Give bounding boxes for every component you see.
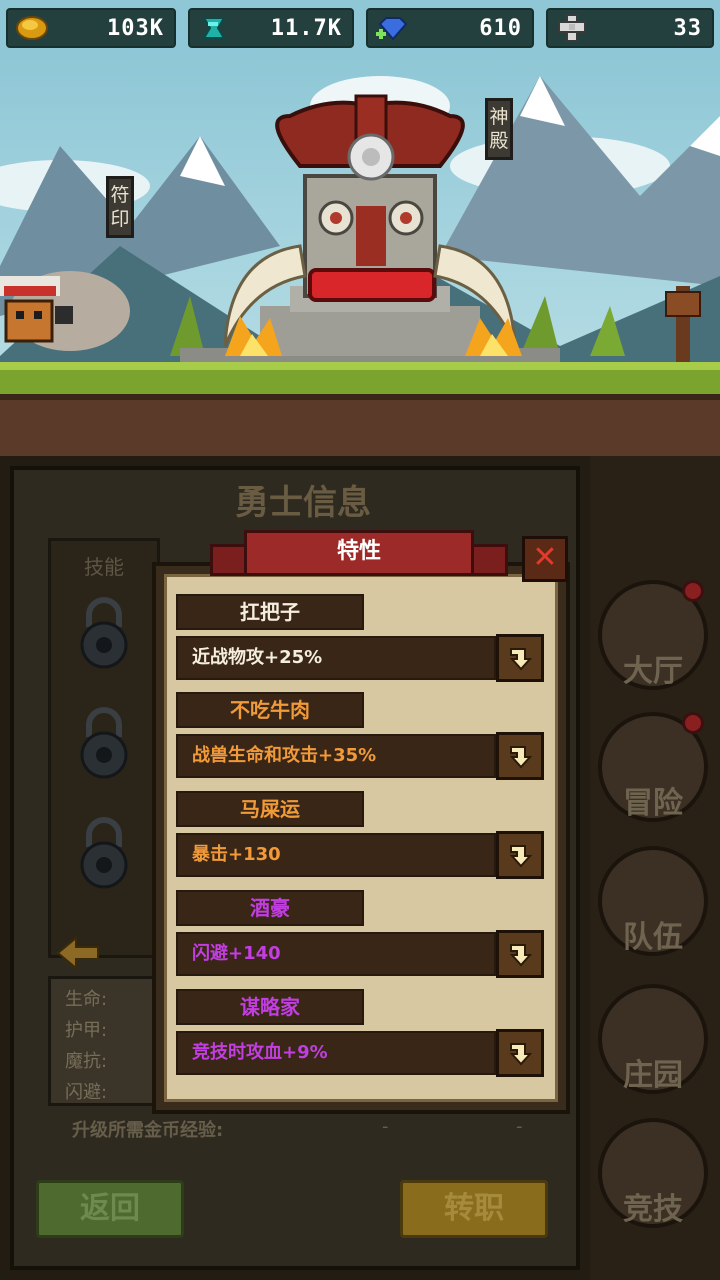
- stat-dodge-label: 闪避:: [65, 1082, 108, 1103]
- skills-label: 技能: [84, 555, 124, 579]
- turn-arrow-icon: [509, 944, 533, 967]
- close-button[interactable]: ✕: [522, 536, 568, 582]
- gem-counter[interactable]: 610: [366, 8, 534, 48]
- temple-sign[interactable]: 神殿: [485, 98, 513, 160]
- hero-info-title: 勇士信息: [235, 483, 371, 523]
- temple-scene: 符印 神殿: [0, 56, 720, 456]
- arrow-left-icon[interactable]: [56, 936, 100, 970]
- stat-armor-label: 护甲:: [65, 1020, 108, 1041]
- gem-plus-icon: [376, 17, 408, 41]
- crystal-counter[interactable]: 11.7K: [188, 8, 354, 48]
- trait-effect: 闪避+140: [176, 932, 496, 976]
- seal-sign-label: 符印: [110, 184, 130, 230]
- trait-name: 酒豪: [176, 890, 364, 926]
- skills-box: 技能: [48, 538, 160, 958]
- turn-arrow-icon: [509, 1043, 533, 1066]
- upgrade-cost-label: 升级所需金币经验:: [72, 1120, 224, 1141]
- nav-team[interactable]: 队伍: [598, 846, 708, 964]
- turn-arrow-icon: [509, 746, 533, 769]
- nav-hall[interactable]: 大厅: [598, 580, 708, 698]
- trait-effect: 近战物攻+25%: [176, 636, 496, 680]
- nav-team-label: 队伍: [623, 920, 683, 955]
- cross-icon: [558, 14, 586, 42]
- lock-icon[interactable]: [71, 593, 137, 673]
- stat-resist-label: 魔抗:: [65, 1051, 108, 1072]
- trait-name: 马屎运: [176, 791, 364, 827]
- alert-dot: [682, 580, 704, 602]
- crystal-value: 11.7K: [270, 16, 342, 41]
- trait-effect: 战兽生命和攻击+35%: [176, 734, 496, 778]
- trait-effect: 暴击+130: [176, 833, 496, 877]
- gem-value: 610: [479, 16, 522, 41]
- trait-change-button[interactable]: [496, 1029, 544, 1077]
- alert-dot: [682, 712, 704, 734]
- trait-name: 扛把子: [176, 594, 364, 630]
- nav-manor-label: 庄园: [623, 1058, 683, 1093]
- lock-icon[interactable]: [71, 703, 137, 783]
- nav-manor[interactable]: 庄园: [598, 984, 708, 1102]
- seal-sign[interactable]: 符印: [106, 176, 134, 238]
- cross-value: 33: [673, 16, 702, 41]
- lock-icon[interactable]: [71, 813, 137, 893]
- close-icon: ✕: [532, 540, 558, 575]
- nav-arena[interactable]: 竞技: [598, 1118, 708, 1236]
- temple-sign-label: 神殿: [489, 106, 509, 152]
- gold-coin-icon: [16, 16, 48, 40]
- crystal-icon: [202, 17, 226, 39]
- gold-counter[interactable]: 103K: [6, 8, 176, 48]
- trait-name: 不吃牛肉: [176, 692, 364, 728]
- trait-name: 谋略家: [176, 989, 364, 1025]
- trait-change-button[interactable]: [496, 634, 544, 682]
- upgrade-exp-value: -: [516, 1116, 523, 1137]
- side-nav: 大厅 冒险 队伍 庄园 竞技: [590, 456, 720, 1280]
- nav-arena-label: 竞技: [623, 1192, 683, 1227]
- upgrade-gold-value: -: [382, 1116, 389, 1137]
- cross-counter[interactable]: 33: [546, 8, 714, 48]
- ribbon-tail-right: [468, 544, 508, 576]
- trait-change-button[interactable]: [496, 930, 544, 978]
- trait-effect: 竞技时攻血+9%: [176, 1031, 496, 1075]
- turn-arrow-icon: [509, 845, 533, 868]
- trait-change-button[interactable]: [496, 732, 544, 780]
- trait-change-button[interactable]: [496, 831, 544, 879]
- nav-hall-label: 大厅: [623, 654, 683, 689]
- change-job-button[interactable]: 转职: [400, 1180, 548, 1238]
- turn-arrow-icon: [509, 648, 533, 671]
- stat-hp-label: 生命:: [65, 989, 108, 1010]
- resource-bar: 103K 11.7K 610 33: [0, 0, 720, 56]
- back-button[interactable]: 返回: [36, 1180, 184, 1238]
- scene-artwork: [0, 76, 720, 456]
- nav-adventure-label: 冒险: [623, 786, 683, 821]
- traits-dialog-title: 特性: [244, 530, 474, 576]
- nav-adventure[interactable]: 冒险: [598, 712, 708, 830]
- gold-value: 103K: [107, 16, 164, 41]
